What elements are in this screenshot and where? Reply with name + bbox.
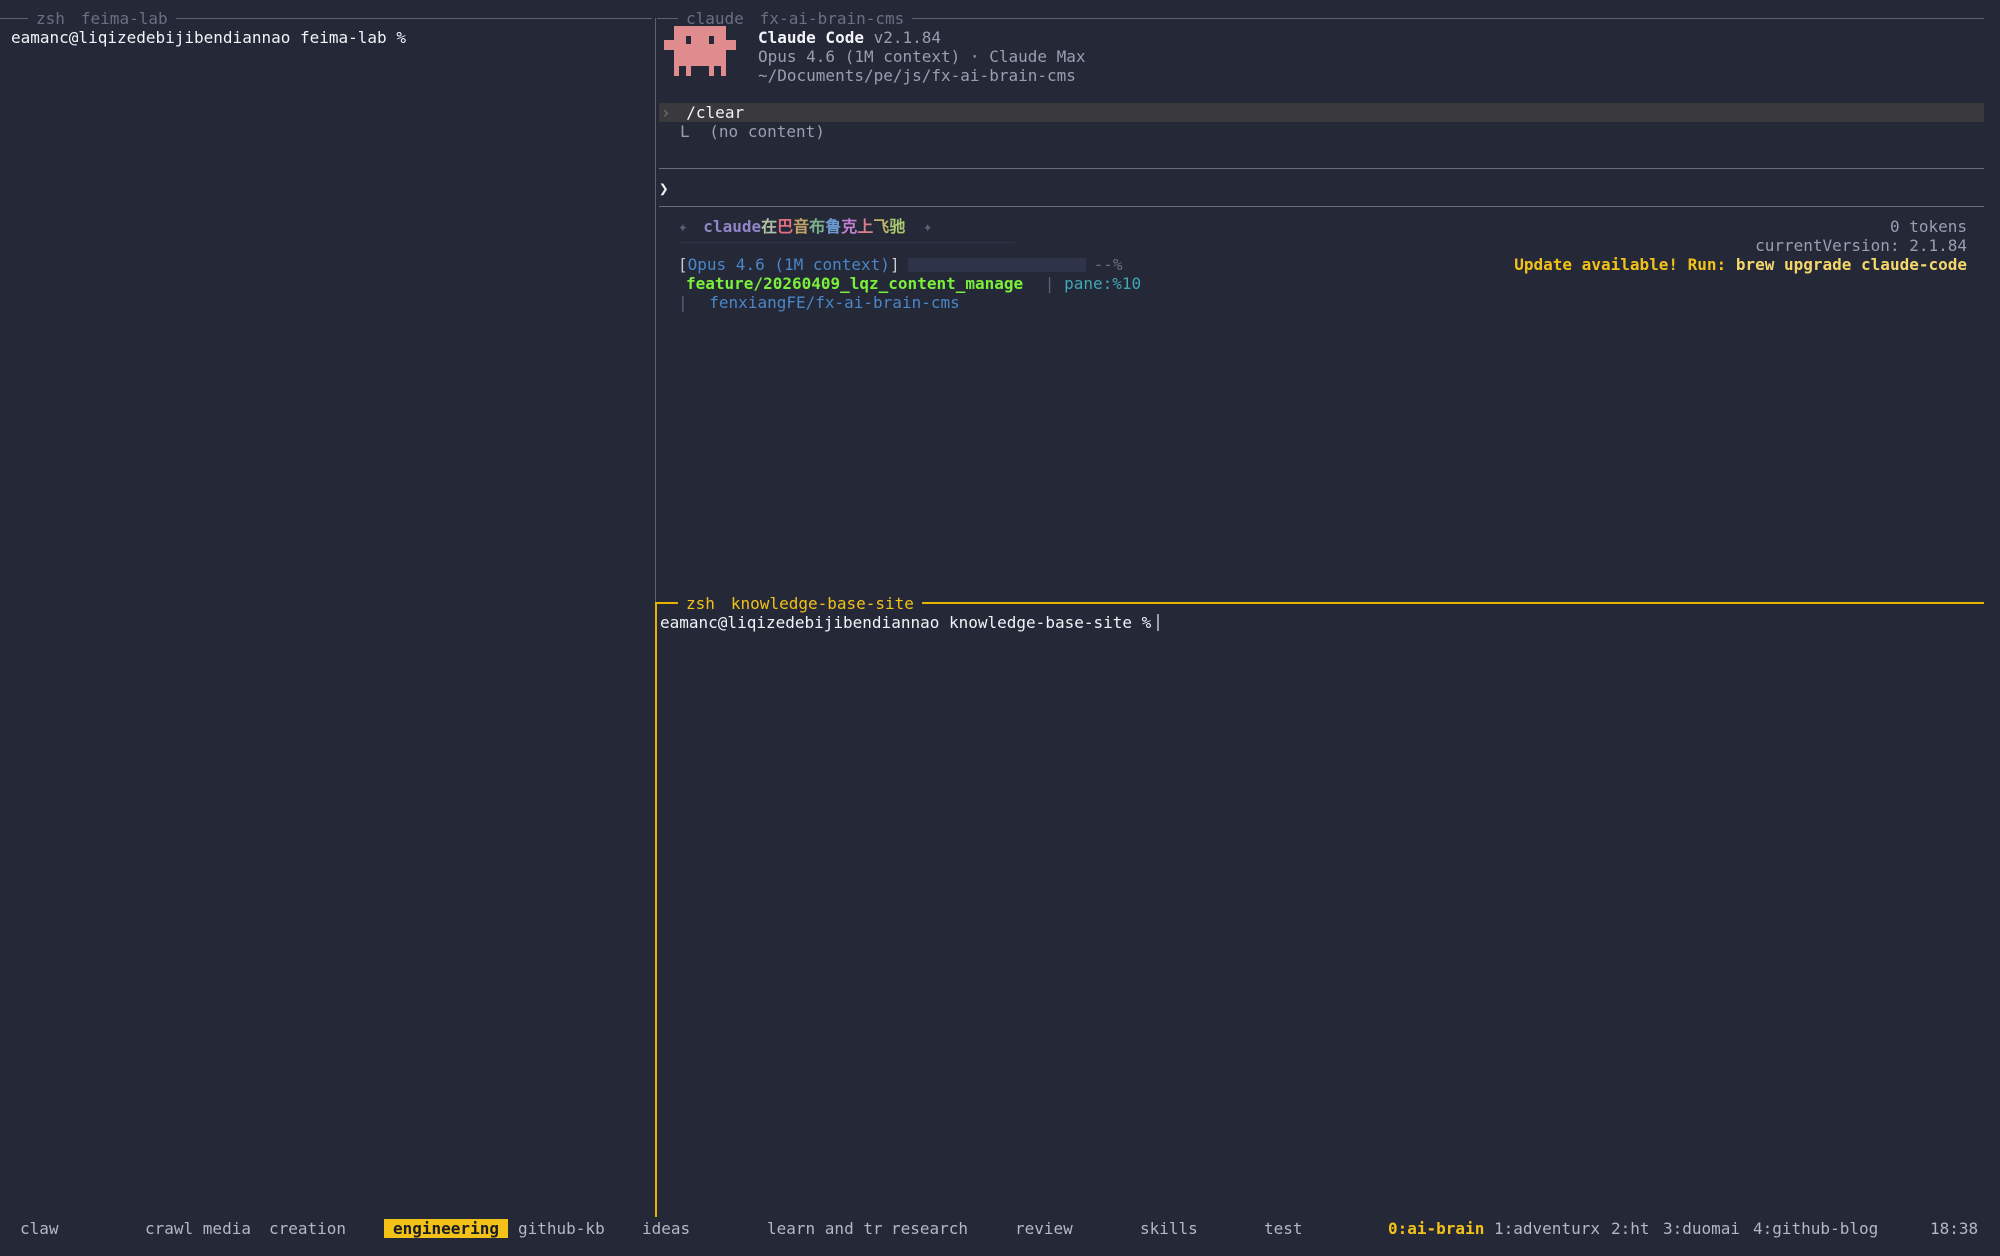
claude-model-line: Opus 4.6 (1M context) · Claude Max bbox=[758, 47, 1086, 66]
history-result-text: (no content) bbox=[709, 122, 825, 141]
session-tab-ideas[interactable]: ideas bbox=[642, 1219, 690, 1238]
banner-char: 鲁 bbox=[825, 217, 842, 236]
banner-char: l bbox=[712, 217, 723, 236]
claude-status-line: [Opus 4.6 (1M context)] --% bbox=[678, 255, 1122, 274]
input-prompt-glyph: ❯ bbox=[659, 179, 669, 198]
bottom-pane-title-cmd: zsh bbox=[686, 594, 715, 613]
session-tab-learn-and-tr[interactable]: learn and tr bbox=[767, 1219, 883, 1238]
window-1-adventurx[interactable]: 1:adventurx bbox=[1494, 1219, 1600, 1238]
window-0-ai-brain[interactable]: 0:ai-brain bbox=[1388, 1219, 1484, 1238]
text-cursor bbox=[1157, 614, 1160, 631]
repo-line: | fenxiangFE/fx-ai-brain-cms bbox=[678, 293, 960, 312]
session-tab-test[interactable]: test bbox=[1264, 1219, 1303, 1238]
git-branch: feature/20260409_lqz_content_manage bbox=[686, 274, 1024, 293]
claude-pane-title-dir: fx-ai-brain-cms bbox=[759, 9, 905, 28]
banner-char: a bbox=[722, 217, 733, 236]
session-tab-claw[interactable]: claw bbox=[20, 1219, 59, 1238]
session-tab-crawl-media[interactable]: crawl media bbox=[145, 1219, 251, 1238]
banner-char: 克 bbox=[841, 217, 858, 236]
session-tab-review[interactable]: review bbox=[1015, 1219, 1073, 1238]
banner-char: 飞 bbox=[873, 217, 890, 236]
banner-right-star: ✦ bbox=[922, 217, 933, 236]
banner-char: c bbox=[703, 217, 713, 236]
claude-app-header: Claude Code v2.1.84 bbox=[758, 28, 941, 47]
banner-char: 驰 bbox=[889, 217, 906, 236]
history-command: › /clear bbox=[661, 103, 744, 122]
banner-underline bbox=[680, 242, 1015, 243]
left-pane-title-cmd: zsh bbox=[36, 9, 65, 28]
bottom-pane-prompt-text: eamanc@liqizedebijibendiannao knowledge-… bbox=[660, 613, 1152, 632]
left-pane-prompt[interactable]: eamanc@liqizedebijibendiannao feima-lab … bbox=[11, 28, 406, 47]
session-tab-research[interactable]: research bbox=[891, 1219, 968, 1238]
history-result-glyph: L bbox=[680, 122, 690, 141]
update-command: brew upgrade claude-code bbox=[1735, 255, 1967, 274]
context-progress-bar bbox=[907, 258, 1086, 272]
bottom-pane-title: zsh knowledge-base-site bbox=[678, 594, 922, 613]
chat-input[interactable]: ❯ bbox=[659, 179, 1979, 198]
token-count: 0 tokens bbox=[1889, 217, 1967, 236]
current-version: currentVersion: 2.1.84 bbox=[1755, 236, 1967, 255]
history-result: L (no content) bbox=[680, 122, 825, 141]
history-command-row bbox=[659, 103, 1984, 122]
banner-char: e bbox=[751, 217, 762, 236]
banner-char: u bbox=[732, 217, 742, 236]
claude-cwd: ~/Documents/pe/js/fx-ai-brain-cms bbox=[758, 66, 1076, 85]
update-prefix: Update available! Run: bbox=[1514, 255, 1727, 274]
banner-char: 上 bbox=[857, 217, 874, 236]
repo-name: fenxiangFE/fx-ai-brain-cms bbox=[709, 293, 960, 312]
banner-left-star: ✦ bbox=[678, 217, 688, 236]
input-bottom-separator bbox=[659, 206, 1984, 207]
status-model: Opus 4.6 (1M context) bbox=[687, 255, 890, 274]
input-top-separator bbox=[659, 168, 1984, 169]
left-pane-title-dir: feima-lab bbox=[80, 9, 168, 28]
banner-text: claude在巴音布鲁克上飞驰 bbox=[703, 217, 905, 236]
session-tab-creation[interactable]: creation bbox=[269, 1219, 346, 1238]
pane-divider-upper[interactable] bbox=[655, 18, 656, 602]
banner-char: 巴 bbox=[777, 217, 794, 236]
update-notice: Update available! Run: brew upgrade clau… bbox=[1514, 255, 1967, 274]
repo-separator: | bbox=[678, 293, 688, 312]
banner-char: 音 bbox=[793, 217, 810, 236]
claude-app-version: v2.1.84 bbox=[873, 28, 942, 47]
status-bracket-close: ] bbox=[889, 255, 900, 274]
session-tab-github-kb[interactable]: github-kb bbox=[518, 1219, 605, 1238]
status-percent: --% bbox=[1093, 255, 1123, 274]
banner-char: d bbox=[741, 217, 752, 236]
bottom-pane-title-dir: knowledge-base-site bbox=[730, 594, 914, 613]
history-prompt-glyph: › bbox=[661, 103, 671, 122]
banner-char: 布 bbox=[809, 217, 826, 236]
pane-separator: | bbox=[1044, 274, 1055, 293]
session-tab-engineering[interactable]: engineering bbox=[384, 1219, 508, 1238]
window-4-github-blog[interactable]: 4:github-blog bbox=[1753, 1219, 1878, 1238]
pane-label: pane:%10 bbox=[1064, 274, 1142, 293]
status-bracket-open: [ bbox=[678, 255, 688, 274]
status-clock: 18:38 bbox=[1930, 1219, 1979, 1238]
claude-mascot-icon bbox=[664, 26, 736, 76]
bottom-pane-prompt[interactable]: eamanc@liqizedebijibendiannao knowledge-… bbox=[660, 613, 1160, 632]
history-command-text: /clear bbox=[686, 103, 745, 122]
terminal-window: zsh feima-lab eamanc@liqizedebijibendiann… bbox=[0, 0, 2000, 1256]
left-pane-title: zsh feima-lab bbox=[28, 9, 176, 28]
window-2-ht[interactable]: 2:ht bbox=[1611, 1219, 1650, 1238]
pane-divider-lower[interactable] bbox=[655, 602, 657, 1217]
banner-char: 在 bbox=[761, 217, 778, 236]
session-tab-skills[interactable]: skills bbox=[1140, 1219, 1198, 1238]
claude-app-name: Claude Code bbox=[758, 28, 864, 47]
branch-line: feature/20260409_lqz_content_manage | pa… bbox=[686, 274, 1141, 293]
claude-banner: ✦ claude在巴音布鲁克上飞驰 ✦ bbox=[678, 217, 933, 236]
window-3-duomai[interactable]: 3:duomai bbox=[1663, 1219, 1740, 1238]
